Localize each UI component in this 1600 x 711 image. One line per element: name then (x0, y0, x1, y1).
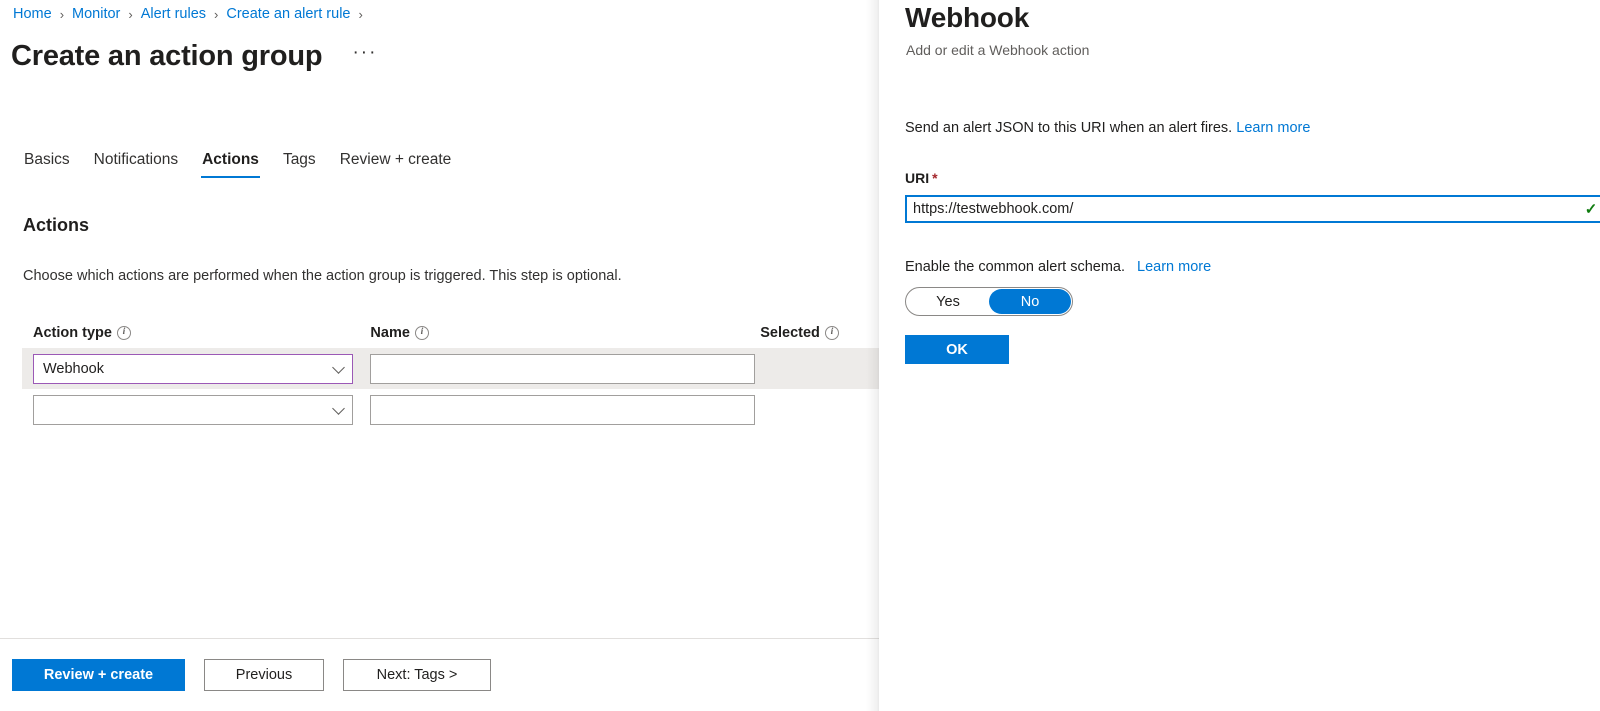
previous-button[interactable]: Previous (204, 659, 324, 691)
table-row (22, 389, 879, 430)
column-header-name-label: Name (370, 325, 410, 341)
table-header-row: Action type i Name i Selected i (22, 318, 879, 348)
webhook-flyout-panel: Webhook Add or edit a Webhook action Sen… (880, 0, 1600, 711)
flyout-intro-text: Send an alert JSON to this URI when an a… (905, 120, 1233, 136)
section-heading: Actions (23, 215, 90, 235)
wizard-tabs: Basics Notifications Actions Tags Review… (12, 144, 463, 178)
action-type-dropdown-value: Webhook (43, 360, 104, 377)
cell-action-type: Webhook (33, 353, 370, 384)
flyout-subtitle: Add or edit a Webhook action (906, 42, 1090, 58)
learn-more-link-schema[interactable]: Learn more (1137, 259, 1211, 275)
wizard-footer: Review + create Previous Next: Tags > (12, 659, 491, 691)
title-row: Create an action group ··· (11, 36, 381, 76)
next-tags-button[interactable]: Next: Tags > (343, 659, 491, 691)
checkmark-icon: ✓ (1584, 201, 1598, 218)
uri-label-text: URI (905, 170, 930, 186)
ok-button[interactable]: OK (905, 335, 1009, 364)
breadcrumb-separator-icon: › (59, 6, 65, 22)
tab-actions[interactable]: Actions (190, 151, 271, 178)
tab-notifications[interactable]: Notifications (82, 151, 190, 178)
flyout-intro: Send an alert JSON to this URI when an a… (905, 120, 1310, 136)
chevron-down-icon (332, 401, 345, 415)
action-type-dropdown[interactable]: Webhook (33, 353, 353, 384)
required-marker: * (932, 170, 938, 186)
breadcrumb-separator-icon: › (128, 6, 133, 22)
azure-portal-screen: Home › Monitor › Alert rules › Create an… (0, 0, 1600, 711)
breadcrumb-separator-icon: › (214, 6, 219, 22)
column-header-selected: Selected i (760, 325, 879, 341)
column-header-name: Name i (370, 325, 760, 341)
create-action-group-pane: Home › Monitor › Alert rules › Create an… (0, 0, 879, 711)
tab-tags[interactable]: Tags (271, 151, 328, 178)
breadcrumb-separator-icon: › (358, 6, 363, 22)
learn-more-link-uri[interactable]: Learn more (1236, 120, 1310, 136)
uri-label: URI * (905, 170, 938, 186)
section-description: Choose which actions are performed when … (23, 268, 622, 284)
flyout-title: Webhook (905, 2, 1030, 33)
cell-name (370, 353, 760, 384)
breadcrumb: Home › Monitor › Alert rules › Create an… (12, 3, 370, 25)
tab-basics[interactable]: Basics (12, 151, 82, 178)
common-alert-schema-toggle[interactable]: Yes No (905, 287, 1073, 316)
breadcrumb-item-monitor[interactable]: Monitor (71, 6, 121, 22)
uri-field-wrapper: ✓ (905, 195, 1600, 223)
action-type-dropdown[interactable] (33, 394, 353, 425)
actions-table: Action type i Name i Selected i Webhook (22, 318, 879, 430)
more-options-icon[interactable]: ··· (348, 40, 381, 72)
column-header-action-type: Action type i (33, 325, 370, 341)
cell-name (370, 394, 760, 425)
page-title: Create an action group (11, 40, 323, 72)
common-alert-schema-label: Enable the common alert schema. (905, 259, 1126, 275)
review-create-button[interactable]: Review + create (12, 659, 185, 691)
tab-review-create[interactable]: Review + create (328, 151, 464, 178)
info-icon[interactable]: i (116, 326, 131, 340)
action-name-input[interactable] (370, 353, 756, 384)
toggle-option-no[interactable]: No (989, 289, 1071, 314)
uri-input[interactable] (907, 197, 1581, 221)
breadcrumb-item-home[interactable]: Home (12, 6, 53, 22)
action-name-input[interactable] (370, 394, 756, 425)
breadcrumb-item-alert-rules[interactable]: Alert rules (140, 6, 207, 22)
common-alert-schema-row: Enable the common alert schema. Learn mo… (905, 259, 1211, 275)
cell-action-type (33, 394, 370, 425)
table-row: Webhook (22, 348, 879, 389)
toggle-option-yes[interactable]: Yes (907, 289, 989, 314)
breadcrumb-item-create-an-alert-rule[interactable]: Create an alert rule (225, 6, 351, 22)
info-icon[interactable]: i (824, 326, 839, 340)
column-header-selected-label: Selected (760, 325, 820, 341)
footer-divider (0, 638, 879, 639)
chevron-down-icon (332, 360, 345, 374)
column-header-action-type-label: Action type (33, 325, 112, 341)
info-icon[interactable]: i (414, 326, 429, 340)
